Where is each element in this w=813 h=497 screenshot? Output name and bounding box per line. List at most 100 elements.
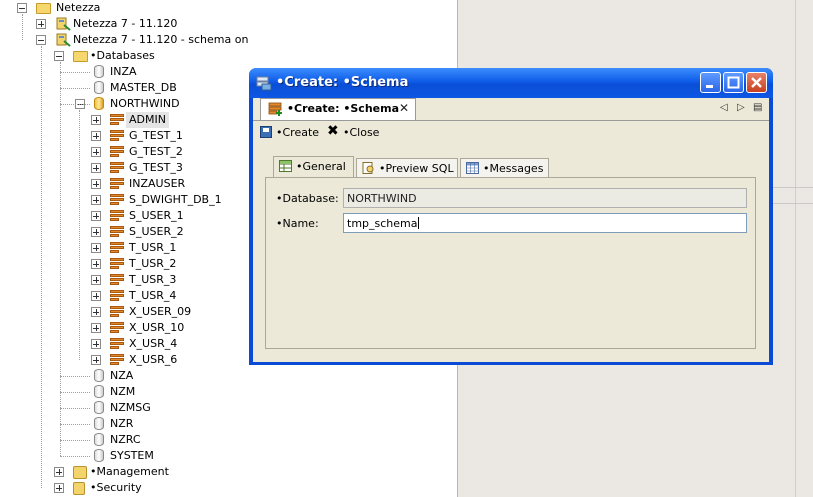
expand-icon[interactable] (91, 307, 101, 317)
tree-node-database-label: MASTER_DB (110, 81, 177, 94)
expand-icon[interactable] (91, 355, 101, 365)
database-icon (94, 97, 104, 110)
tree-node-databases-folder[interactable]: •Databases (0, 48, 450, 64)
scroll-right-icon[interactable]: ▷ (737, 102, 745, 113)
dialog-titlebar[interactable]: •Create: •Schema (249, 68, 773, 98)
schema-icon (110, 338, 124, 350)
collapse-icon[interactable] (54, 51, 64, 61)
tab-preview-sql[interactable]: •Preview SQL (356, 158, 458, 177)
schema-icon (110, 242, 124, 254)
tree-node-schema-label: INZAUSER (129, 177, 186, 190)
tree-node-server[interactable]: Netezza 7 - 11.120 - schema on (0, 32, 450, 48)
dialog-title: •Create: •Schema (276, 75, 409, 90)
dialog-client-area: •Create: •Schema ✕ ◁ ▷ ▤ •Create ✖ •Clos… (253, 98, 769, 362)
expand-icon[interactable] (54, 467, 64, 477)
name-label: •Name: (276, 217, 319, 230)
create-schema-dialog: •Create: •Schema •Create: •Schema ✕ ◁ ▷ … (249, 68, 773, 365)
security-icon (73, 482, 85, 495)
tree-node-database-label: NZM (110, 385, 136, 398)
close-button[interactable]: •Close (343, 126, 379, 139)
schema-icon (110, 290, 124, 302)
expand-icon[interactable] (91, 243, 101, 253)
editor-tab-strip: •Create: •Schema ✕ ◁ ▷ ▤ (253, 98, 769, 121)
tab-messages[interactable]: •Messages (460, 158, 549, 177)
expand-icon[interactable] (36, 19, 46, 29)
collapse-icon[interactable] (17, 3, 27, 13)
expand-icon[interactable] (91, 195, 101, 205)
tree-node-root[interactable]: Netezza (0, 0, 450, 16)
expand-icon[interactable] (91, 115, 101, 125)
expand-icon[interactable] (91, 147, 101, 157)
schema-icon (110, 194, 124, 206)
database-field: NORTHWIND (343, 188, 747, 208)
maximize-button[interactable] (723, 72, 744, 93)
maximize-icon (727, 76, 740, 89)
expand-icon[interactable] (91, 211, 101, 221)
tree-node-schema-label: S_USER_1 (129, 209, 184, 222)
close-window-button[interactable] (746, 72, 767, 93)
tree-node-database-label: NORTHWIND (110, 97, 180, 110)
editor-tab-create-schema[interactable]: •Create: •Schema ✕ (260, 98, 416, 120)
tree-node-security[interactable]: •Security (0, 480, 450, 496)
tree-node-schema-label: T_USR_3 (129, 273, 177, 286)
tree-node-schema-label: G_TEST_3 (129, 161, 183, 174)
tree-node-database-label: SYSTEM (110, 449, 154, 462)
tree-guide-line (60, 392, 90, 393)
close-icon (751, 77, 762, 88)
expand-icon[interactable] (91, 291, 101, 301)
tree-node-schema-label: S_DWIGHT_DB_1 (129, 193, 222, 206)
database-icon (94, 385, 104, 398)
grid-icon (279, 160, 292, 172)
name-field[interactable]: tmp_schema (343, 213, 747, 233)
database-icon (94, 449, 104, 462)
tree-node-server[interactable]: Netezza 7 - 11.120 (0, 16, 450, 32)
database-icon (94, 369, 104, 382)
expand-icon[interactable] (91, 179, 101, 189)
messages-table-icon (466, 162, 479, 174)
right-panel-line (770, 203, 813, 204)
database-label: •Database: (276, 192, 339, 205)
tree-node-database-label: NZA (110, 369, 134, 382)
tree-guide-line (60, 408, 90, 409)
database-icon (94, 81, 104, 94)
server-connection-icon (55, 17, 71, 31)
name-field-value: tmp_schema (347, 217, 418, 230)
tree-node-root-label: Netezza (56, 1, 101, 14)
minimize-button[interactable] (700, 72, 721, 93)
tree-node-database-label: INZA (110, 65, 137, 78)
collapse-icon[interactable] (36, 35, 46, 45)
folder-icon (36, 3, 51, 14)
expand-icon[interactable] (91, 259, 101, 269)
tree-node-schema-label: T_USR_2 (129, 257, 177, 270)
tree-node-management-label: •Management (90, 465, 169, 478)
schema-icon (110, 258, 124, 270)
create-button[interactable]: •Create (276, 126, 319, 139)
expand-icon[interactable] (54, 483, 64, 493)
tree-node-management[interactable]: •Management (0, 464, 450, 480)
tree-node-schema-label: X_USR_10 (129, 321, 185, 334)
schema-icon (110, 322, 124, 334)
tab-general[interactable]: •General (273, 156, 354, 178)
schema-icon (110, 178, 124, 190)
database-icon (94, 417, 104, 430)
tab-list-icon[interactable]: ▤ (753, 102, 762, 113)
expand-icon[interactable] (91, 163, 101, 173)
close-x-icon[interactable]: ✖ (327, 123, 339, 139)
expand-icon[interactable] (91, 227, 101, 237)
scroll-left-icon[interactable]: ◁ (720, 102, 728, 113)
tree-node-schema-label: G_TEST_2 (129, 145, 183, 158)
expand-icon[interactable] (91, 339, 101, 349)
tree-guide-line (60, 440, 90, 441)
tree-node-server-label: Netezza 7 - 11.120 - schema on (73, 33, 249, 46)
expand-icon[interactable] (91, 131, 101, 141)
expand-icon[interactable] (91, 275, 101, 285)
expand-icon[interactable] (91, 323, 101, 333)
tree-guide-line (60, 456, 90, 457)
tree-node-server-label: Netezza 7 - 11.120 (73, 17, 178, 30)
tree-node-schema-label: X_USR_6 (129, 353, 178, 366)
schema-icon (110, 146, 124, 158)
tree-node-schema-label: S_USER_2 (129, 225, 184, 238)
schema-icon (110, 274, 124, 286)
save-icon[interactable] (260, 126, 272, 138)
editor-tab-close-icon[interactable]: ✕ (399, 101, 409, 115)
